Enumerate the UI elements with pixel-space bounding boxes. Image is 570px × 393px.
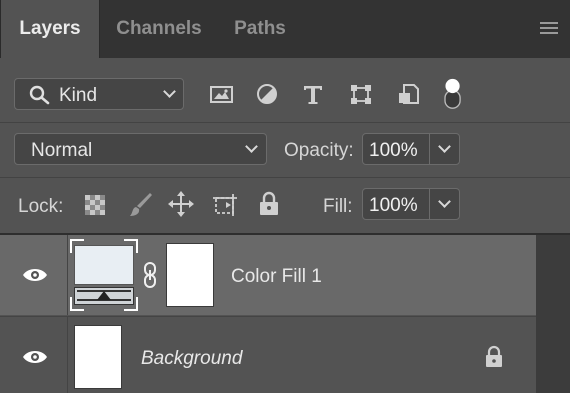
layer-row-color-fill[interactable]: Color Fill 1 [0,235,536,315]
fill-field[interactable]: 100% [362,188,460,220]
lock-artboard-icon[interactable] [210,190,240,218]
panel-menu-icon[interactable] [540,22,558,36]
chevron-down-icon [163,85,176,98]
visibility-column [0,235,68,315]
tab-channels[interactable]: Channels [104,0,214,58]
smart-object-filter-icon[interactable] [394,78,424,110]
tab-paths[interactable]: Paths [220,0,300,58]
fill-label: Fill: [323,196,353,217]
adjustment-layer-filter-icon[interactable] [252,78,282,110]
chevron-down-icon[interactable] [438,140,451,153]
lock-image-pixels-icon[interactable] [128,190,154,218]
fill-adjustment-bar [74,287,134,305]
layer-name[interactable]: Background [141,348,242,370]
blend-mode-dropdown[interactable]: Normal [14,133,267,165]
blend-mode-label: Normal [31,140,93,161]
lock-transparent-pixels-icon[interactable] [82,190,108,218]
chevron-down-icon[interactable] [438,195,451,208]
opacity-value: 100% [369,140,418,161]
layer-name[interactable]: Color Fill 1 [231,266,322,288]
pixel-layer-filter-icon[interactable] [206,78,236,110]
chevron-down-icon [245,140,258,153]
shape-layer-filter-icon[interactable] [346,78,376,110]
layers-scrollbar-track[interactable] [536,235,570,393]
kind-filter-label: Kind [59,85,98,106]
lock-label: Lock: [18,196,64,217]
filter-toggle-icon[interactable] [440,78,466,110]
tab-layers[interactable]: Layers [0,0,100,58]
lock-position-icon[interactable] [168,190,194,218]
type-layer-filter-icon[interactable] [298,78,328,110]
panel-tab-bar: Layers Channels Paths [0,0,570,58]
eye-icon[interactable] [22,266,48,284]
row-divider [0,122,570,123]
mask-link-icon[interactable] [142,261,158,289]
kind-filter-dropdown[interactable]: Kind [14,78,184,110]
field-divider [429,134,430,164]
opacity-field[interactable]: 100% [362,133,460,165]
lock-all-icon[interactable] [256,190,282,218]
fill-layer-thumbnail[interactable] [70,239,138,311]
layer-mask-thumbnail[interactable] [166,243,214,307]
layer-row-background[interactable]: Background [0,316,536,393]
eye-icon[interactable] [22,348,48,366]
fill-value: 100% [369,195,418,216]
field-divider [429,189,430,219]
row-divider [0,177,570,178]
layer-thumbnail[interactable] [74,325,122,389]
layer-lock-icon[interactable] [483,345,505,369]
opacity-label: Opacity: [284,140,354,161]
search-icon [29,85,50,105]
fill-color-swatch [74,245,134,285]
visibility-column [0,317,68,393]
